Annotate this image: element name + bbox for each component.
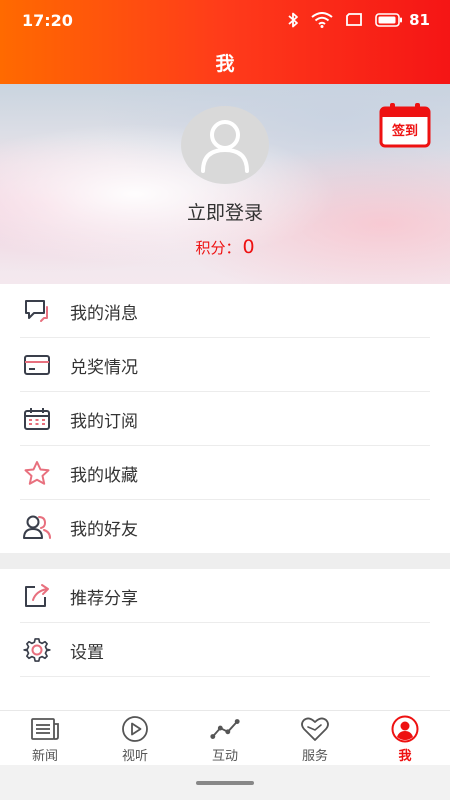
app-bar: 我 [0,40,450,84]
login-button[interactable]: 立即登录 [0,198,450,225]
points-value: 0 [242,236,255,258]
tab-label: 视听 [121,748,148,764]
menu-item-label: 我的订阅 [70,411,138,432]
menu-item-label: 我的好友 [70,519,138,540]
tab-label: 新闻 [31,748,58,764]
menu-item-favorites[interactable]: 我的收藏 [0,446,450,500]
menu-item-label: 设置 [70,642,104,663]
menu-item-prizes[interactable]: 兑奖情况 [0,338,450,392]
points-label: 积分： [195,239,241,257]
star-icon [22,458,52,488]
tab-interact[interactable]: 互动 [180,711,270,765]
message-icon [22,296,52,326]
menu-item-label: 推荐分享 [70,588,138,609]
section-divider [0,553,450,569]
menu-item-subscriptions[interactable]: 我的订阅 [0,392,450,446]
share-icon [22,581,52,611]
tab-label: 互动 [211,748,238,764]
screen-icon [346,13,363,26]
play-icon [120,715,150,743]
home-indicator[interactable] [196,780,254,785]
trend-icon [210,715,240,743]
menu-group-other: 推荐分享 设置 [0,569,450,677]
gear-icon [22,635,52,665]
menu-item-label: 我的收藏 [70,465,138,486]
menu-group-main: 我的消息 兑奖情况 我的订阅 我的收藏 我的好友 [0,284,450,554]
status-icons: 81 [287,11,430,29]
tab-me[interactable]: 我 [360,711,450,765]
bluetooth-icon [288,12,299,28]
checkin-button[interactable]: 签到 [379,102,431,148]
checkin-label: 签到 [391,124,418,139]
menu-item-friends[interactable]: 我的好友 [0,500,450,554]
menu-item-label: 兑奖情况 [70,357,138,378]
tab-news[interactable]: 新闻 [0,711,90,765]
newspaper-icon [30,715,60,743]
card-icon [22,350,52,380]
wifi-icon [311,12,333,28]
status-time: 17:20 [22,10,73,30]
battery: 81 [375,11,430,29]
status-bar: 17:20 81 [0,0,450,40]
page-title: 我 [215,52,235,75]
menu-item-share[interactable]: 推荐分享 [0,569,450,623]
menu-item-settings[interactable]: 设置 [0,623,450,677]
avatar[interactable] [181,106,269,184]
friends-icon [22,512,52,542]
user-icon [390,715,420,743]
calendar-icon [22,404,52,434]
tab-label: 服务 [301,748,328,764]
menu-item-label: 我的消息 [70,303,138,324]
tab-label: 我 [398,748,412,764]
avatar-user-icon [201,120,249,173]
profile-header: 立即登录 积分： 0 签到 [0,84,450,284]
menu-item-messages[interactable]: 我的消息 [0,284,450,338]
tab-services[interactable]: 服务 [270,711,360,765]
heart-icon [300,715,330,743]
battery-icon [375,13,403,27]
points-display: 积分： 0 [0,236,450,258]
tab-media[interactable]: 视听 [90,711,180,765]
battery-level: 81 [409,11,430,29]
bottom-tab-bar: 新闻 视听 互动 服务 我 [0,710,450,765]
system-nav-bar [0,765,450,800]
